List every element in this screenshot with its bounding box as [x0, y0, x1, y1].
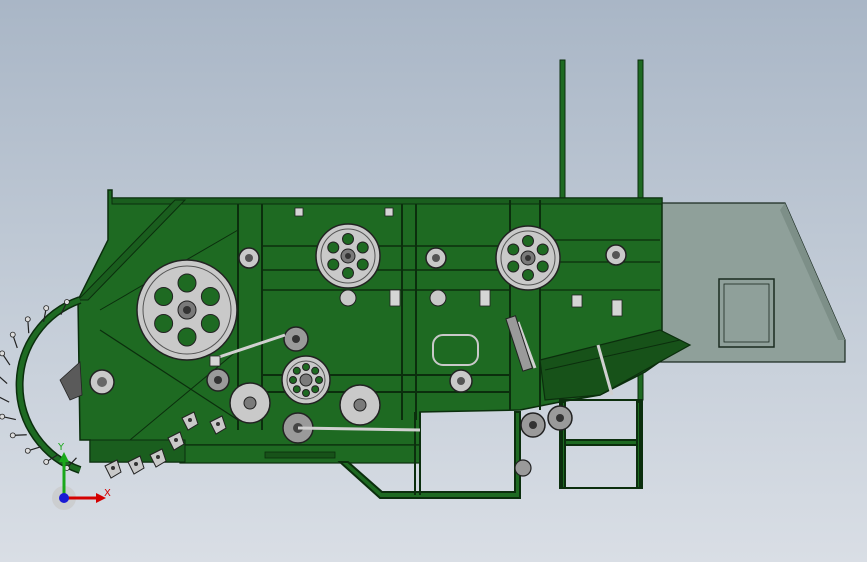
tine-hub: [63, 299, 70, 305]
pulley-hole: [342, 267, 354, 279]
pulley-hole: [327, 258, 340, 271]
tine-hub: [9, 331, 16, 338]
tine-hub: [0, 350, 6, 357]
pulley-hole: [177, 273, 197, 293]
pulley-hole: [154, 314, 174, 333]
tine-hub: [9, 432, 16, 439]
pulley-hole: [356, 241, 369, 254]
pulley-hole: [292, 385, 301, 394]
pulley-hole: [311, 366, 320, 375]
tine-hub: [24, 447, 31, 454]
pulley-hole: [200, 287, 220, 306]
pulley-hole: [200, 314, 220, 333]
pulley-hole: [289, 376, 297, 384]
blade-bolt: [111, 466, 115, 470]
hopper-window: [718, 278, 775, 348]
pulley-hole: [327, 241, 340, 254]
pulley-hole: [522, 235, 534, 247]
pulley-hole: [177, 327, 197, 347]
tine-hub: [43, 305, 50, 312]
pulley-hole: [536, 243, 549, 256]
pulley-hole: [522, 269, 534, 281]
tine: [0, 396, 10, 403]
triad-y-label: Y: [57, 442, 65, 453]
pulley-hole: [302, 363, 310, 371]
tine: [0, 376, 8, 385]
tine-hub: [0, 413, 6, 420]
triad-x-label: X: [104, 488, 111, 499]
cad-viewport[interactable]: Y X: [0, 0, 867, 562]
pulley-hole: [292, 366, 301, 375]
blade-bolt: [216, 422, 220, 426]
pulley-hole: [507, 260, 520, 273]
machine-side-view: Y X: [0, 59, 846, 510]
tine-hub: [43, 458, 50, 465]
blade-bolt: [174, 438, 178, 442]
pulley-hole: [507, 243, 520, 256]
pulley-hole: [356, 258, 369, 271]
pickup-reel: [15, 296, 83, 474]
pulley-hole: [311, 385, 320, 394]
blade-bolt: [156, 455, 160, 459]
blade-bolt: [134, 462, 138, 466]
blade-bolt: [188, 418, 192, 422]
pulley-hole: [302, 389, 310, 397]
discharge-hopper: [654, 202, 846, 363]
pulley-hole: [315, 376, 323, 384]
pulley-hole: [536, 260, 549, 273]
tine-hub: [24, 316, 31, 323]
pulley-hole: [154, 287, 174, 306]
pulley-hole: [342, 233, 354, 245]
